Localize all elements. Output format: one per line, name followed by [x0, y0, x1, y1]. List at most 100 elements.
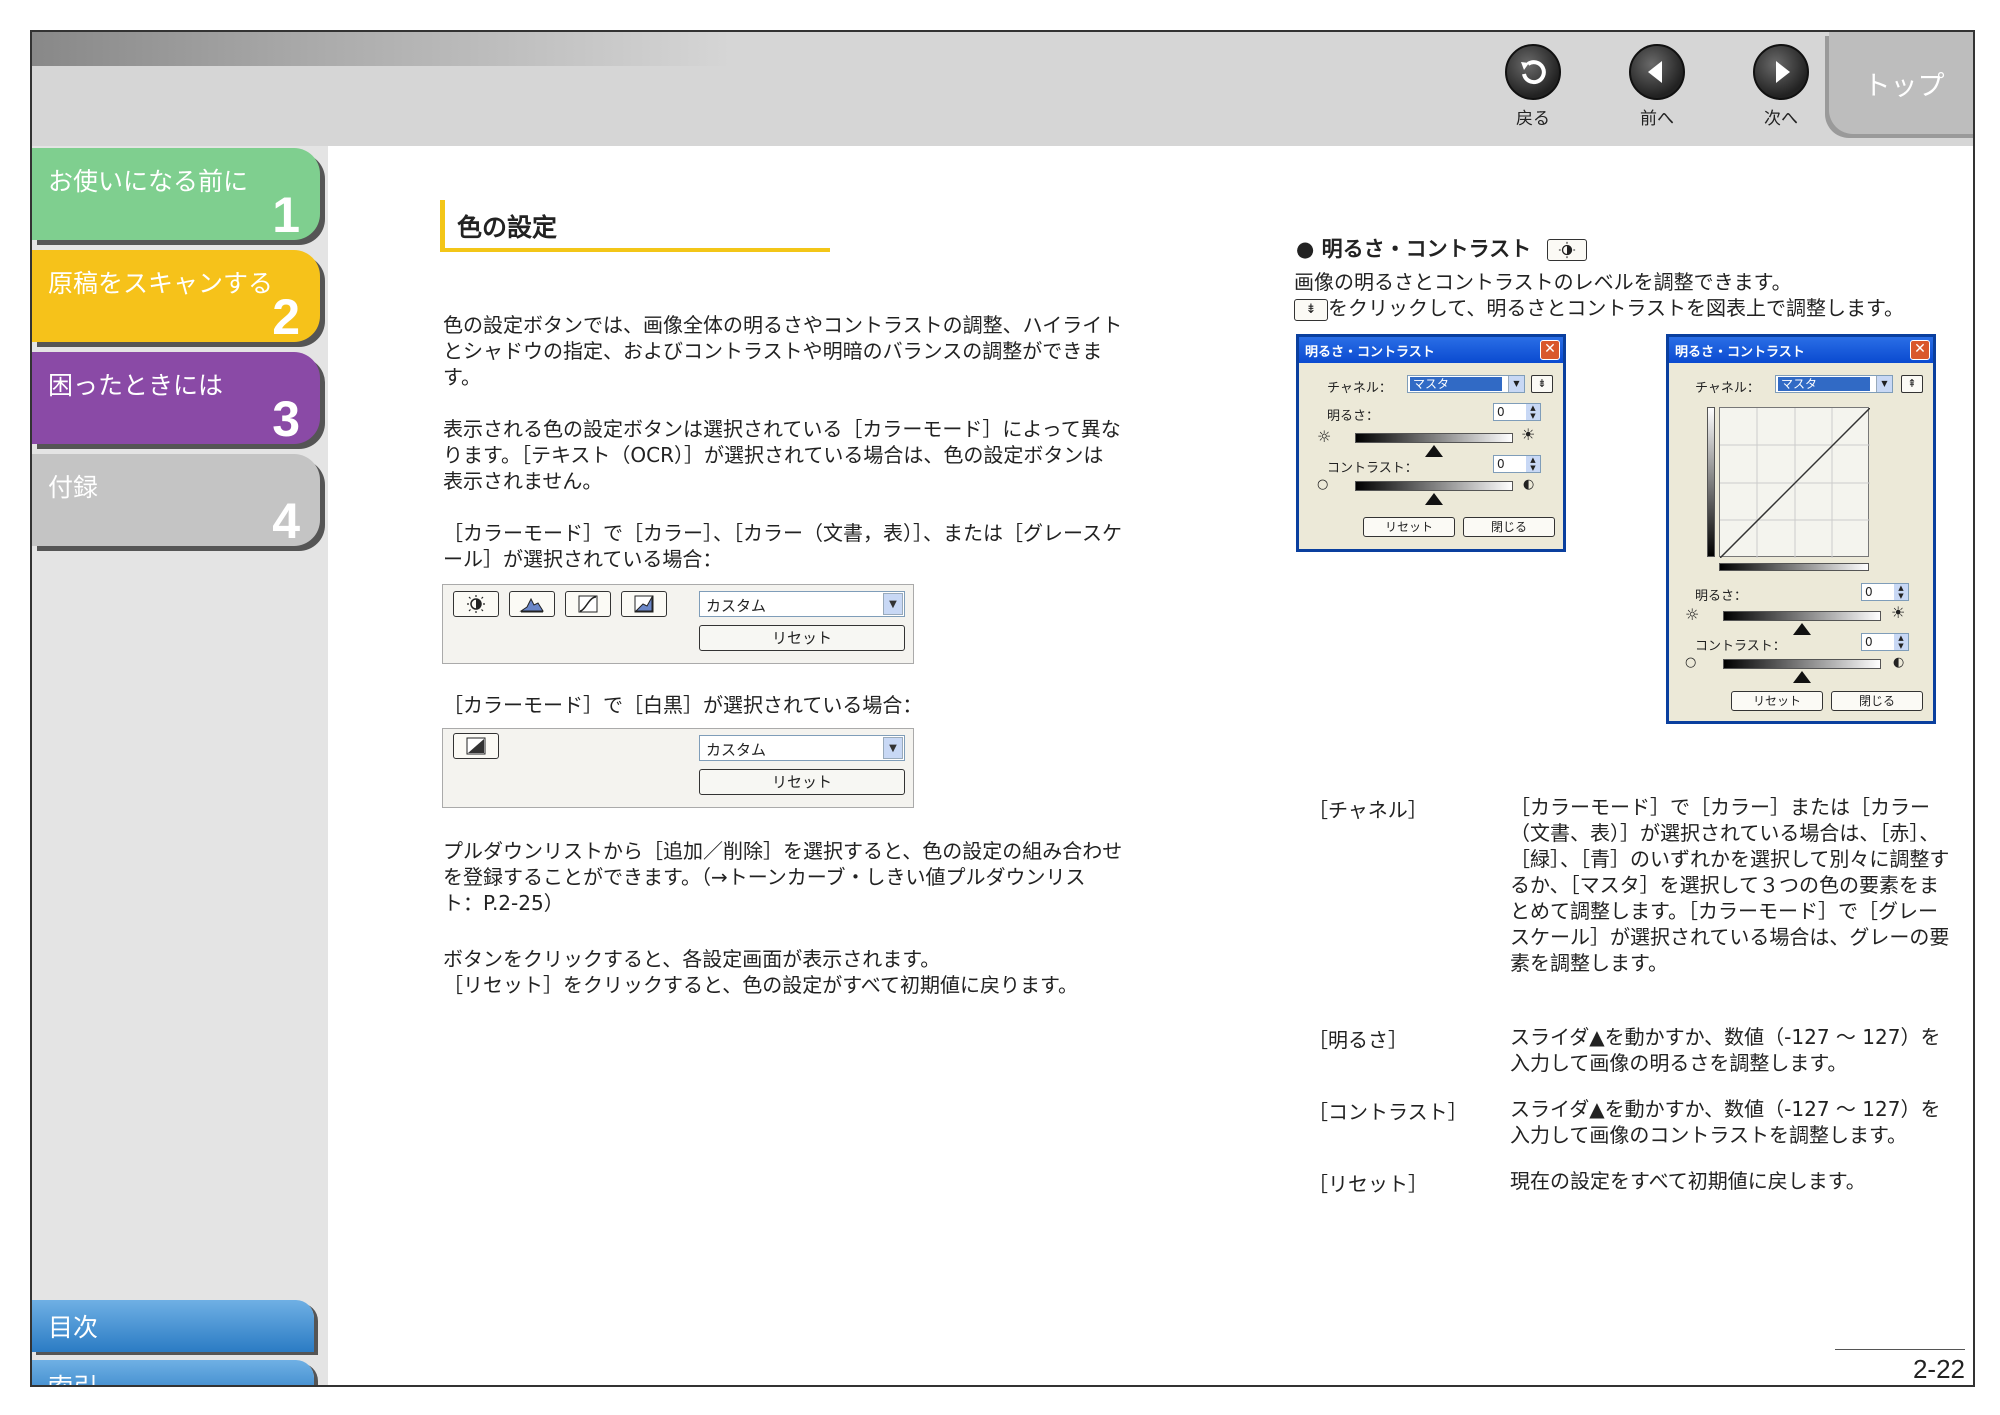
- term-contrast-desc: スライダ▲を動かすか、数値（-127 ～ 127）を入力して画像のコントラストを…: [1510, 1097, 1941, 1147]
- brightness-slider-thumb[interactable]: [1425, 445, 1443, 457]
- paragraph: 表示される色の設定ボタンは選択されている［カラーモード］によって異なります。［テ…: [443, 417, 1121, 493]
- dialog-reset-button[interactable]: リセット: [1363, 517, 1455, 537]
- prev-button[interactable]: 前へ: [1612, 44, 1702, 129]
- contrast-label: コントラスト：: [1327, 461, 1418, 476]
- output-gradient-bar: [1707, 407, 1715, 557]
- back-button[interactable]: 戻る: [1488, 44, 1578, 129]
- term-channel: ［チャネル］: [1308, 798, 1428, 822]
- top-tab[interactable]: トップ: [1829, 32, 1973, 134]
- chevron-down-icon: ▼: [1508, 376, 1524, 392]
- brightness-label: 明るさ：: [1327, 409, 1380, 424]
- brightness-icon: [1546, 239, 1587, 261]
- sidebar-item-troubleshooting[interactable]: 困ったときには 3: [32, 352, 320, 447]
- next-button[interactable]: 次へ: [1736, 44, 1826, 129]
- tone-curve-icon: [578, 595, 598, 613]
- dialog-titlebar: 明るさ・コントラスト ✕: [1669, 337, 1933, 363]
- contrast-value: 0: [1865, 635, 1873, 649]
- reset-button[interactable]: リセット: [699, 625, 905, 651]
- toc-button[interactable]: 目次: [32, 1300, 314, 1352]
- paragraph: ［カラーモード］で［白黒］が選択されている場合：: [443, 693, 923, 717]
- main-content: 色の設定 色の設定ボタンでは、画像全体の明るさやコントラストの調整、ハイライトと…: [328, 146, 1973, 1385]
- brightness-contrast-graph: [1719, 407, 1871, 559]
- contrast-input[interactable]: 0 ▲ ▼: [1493, 455, 1541, 473]
- description-line-2: ⇟ をクリックして、明るさとコントラストを図表上で調整します。: [1294, 295, 1904, 321]
- reset-button[interactable]: リセット: [699, 769, 905, 795]
- contrast-slider-thumb[interactable]: [1425, 493, 1443, 505]
- close-icon[interactable]: ✕: [1910, 340, 1930, 360]
- collapse-button[interactable]: ⇞: [1901, 375, 1923, 393]
- dialog-close-button[interactable]: 閉じる: [1831, 691, 1923, 711]
- preset-select[interactable]: カスタム ▼: [699, 735, 905, 761]
- input-gradient-bar: [1719, 563, 1869, 571]
- channel-select[interactable]: マスタ ▼: [1407, 375, 1525, 393]
- histogram-button[interactable]: [509, 591, 555, 617]
- histogram-icon: [519, 597, 544, 613]
- contrast-slider[interactable]: [1355, 481, 1513, 491]
- expand-icon: ⇟: [1294, 298, 1328, 321]
- dialog-title: 明るさ・コントラスト: [1675, 345, 1805, 360]
- preset-select-value: カスタム: [706, 741, 767, 759]
- spinner-icon[interactable]: ▲ ▼: [1526, 404, 1540, 420]
- paragraph: ［カラーモード］で［カラー］、［カラー（文書，表）］、または［グレースケール］が…: [443, 521, 1122, 571]
- spinner-icon[interactable]: ▲ ▼: [1894, 584, 1908, 600]
- term-contrast: ［コントラスト］: [1308, 1100, 1468, 1124]
- contrast-slider[interactable]: [1723, 659, 1881, 669]
- final-review-button[interactable]: [621, 591, 667, 617]
- sidebar-item-before-use[interactable]: お使いになる前に 1: [32, 148, 320, 243]
- brightness-icon: [467, 595, 485, 613]
- channel-value: マスタ: [1410, 377, 1502, 391]
- dialog-title: 明るさ・コントラスト: [1305, 345, 1435, 360]
- close-icon[interactable]: ✕: [1540, 340, 1560, 360]
- brightness-input[interactable]: 0 ▲ ▼: [1493, 403, 1541, 421]
- chevron-down-icon: ▼: [1876, 376, 1892, 392]
- brightness-input[interactable]: 0 ▲ ▼: [1861, 583, 1909, 601]
- chevron-down-icon: ▼: [883, 737, 903, 759]
- threshold-button[interactable]: [453, 733, 499, 759]
- index-button[interactable]: 索引: [32, 1360, 314, 1385]
- paragraph: ボタンをクリックすると、各設定画面が表示されます。: [443, 947, 941, 971]
- spinner-icon[interactable]: ▲ ▼: [1894, 634, 1908, 650]
- brightness-slider[interactable]: [1355, 433, 1513, 443]
- channel-value: マスタ: [1778, 377, 1870, 391]
- contrast-high-icon: ◐: [1893, 655, 1905, 670]
- sidebar-item-appendix[interactable]: 付録 4: [32, 454, 320, 549]
- color-settings-panel-bw: カスタム ▼ リセット: [442, 728, 914, 808]
- dialog-reset-button[interactable]: リセット: [1731, 691, 1823, 711]
- dialog-close-button[interactable]: 閉じる: [1463, 517, 1555, 537]
- term-brightness: ［明るさ］: [1308, 1028, 1408, 1052]
- sidebar: お使いになる前に 1 原稿をスキャンする 2 困ったときには 3 付録 4 目次…: [32, 146, 328, 1385]
- contrast-input[interactable]: 0 ▲ ▼: [1861, 633, 1909, 651]
- back-label: 戻る: [1516, 109, 1550, 129]
- expand-button[interactable]: ⇟: [1531, 375, 1553, 393]
- brightness-slider[interactable]: [1723, 611, 1881, 621]
- term-reset-desc: 現在の設定をすべて初期値に戻します。: [1510, 1169, 1866, 1193]
- brightness-value: 0: [1497, 405, 1505, 419]
- sidebar-item-number: 1: [272, 187, 300, 243]
- sidebar-item-label: 付録: [48, 473, 99, 502]
- brightness-label: 明るさ：: [1695, 589, 1748, 604]
- arrow-left-icon: [1629, 44, 1685, 100]
- sun-dim-icon: ☼: [1317, 427, 1332, 446]
- sidebar-item-label: 困ったときには: [48, 371, 224, 400]
- preset-select-value: カスタム: [706, 597, 767, 615]
- term-brightness-desc: スライダ▲を動かすか、数値（-127 ～ 127）を入力して画像の明るさを調整し…: [1510, 1025, 1941, 1075]
- dialog-titlebar: 明るさ・コントラスト ✕: [1299, 337, 1563, 363]
- brightness-slider-thumb[interactable]: [1793, 623, 1811, 635]
- contrast-slider-thumb[interactable]: [1793, 671, 1811, 683]
- contrast-low-icon: ○: [1317, 477, 1329, 492]
- page-number: 2-22: [1835, 1349, 1965, 1385]
- paragraph: プルダウンリストから［追加／削除］を選択すると、色の設定の組み合わせを登録するこ…: [443, 839, 1123, 915]
- contrast-value: 0: [1497, 457, 1505, 471]
- section-title: 色の設定: [440, 200, 830, 252]
- tone-curve-button[interactable]: [565, 591, 611, 617]
- channel-label: チャネル：: [1695, 381, 1760, 396]
- spinner-icon[interactable]: ▲ ▼: [1526, 456, 1540, 472]
- brightness-contrast-button[interactable]: [453, 591, 499, 617]
- chevron-down-icon: ▼: [883, 593, 903, 615]
- paragraph: ［リセット］をクリックすると、色の設定がすべて初期値に戻ります。: [443, 973, 1078, 997]
- channel-select[interactable]: マスタ ▼: [1775, 375, 1893, 393]
- sidebar-item-scan[interactable]: 原稿をスキャンする 2: [32, 250, 320, 345]
- term-channel-desc: ［カラーモード］で［カラー］または［カラー（文書、表）］が選択されている場合は、…: [1510, 795, 1950, 975]
- preset-select[interactable]: カスタム ▼: [699, 591, 905, 617]
- arrow-right-icon: [1753, 44, 1809, 100]
